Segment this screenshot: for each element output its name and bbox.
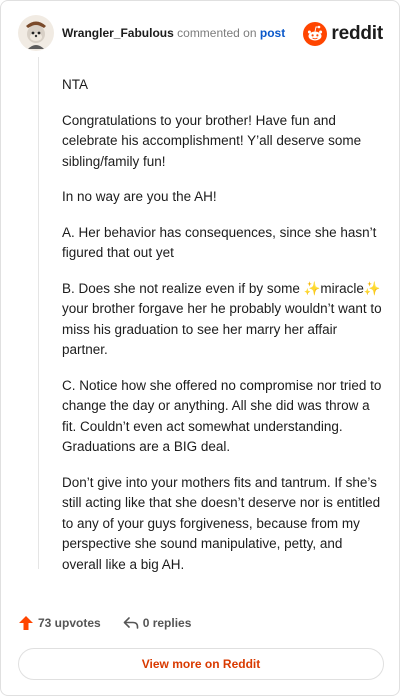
comment-paragraph: Don’t give into your mothers fits and ta… (62, 474, 381, 572)
comment-header: Wrangler_Fabulous commented on post redd… (18, 15, 383, 53)
reddit-snoo-icon (303, 22, 328, 46)
comment-paragraph: A. Her behavior has consequences, since … (62, 224, 377, 261)
user-avatar[interactable] (18, 15, 54, 51)
thread-line (38, 57, 39, 569)
upvote-arrow-icon (19, 616, 33, 630)
upvote-button[interactable]: 73 upvotes (18, 615, 101, 631)
reddit-wordmark: reddit (331, 23, 383, 44)
comment-body: NTA Congratulations to your brother! Hav… (62, 75, 382, 590)
comment-paragraph: In no way are you the AH! (62, 189, 217, 204)
comment-actions: 73 upvotes 0 replies (18, 613, 213, 633)
comment-paragraph: B. Does she not realize even if by some … (62, 280, 382, 358)
action-text: commented on (177, 26, 257, 40)
view-more-on-reddit-button[interactable]: View more on Reddit (18, 648, 384, 680)
comment-meta: Wrangler_Fabulous commented on post (62, 26, 285, 40)
post-link[interactable]: post (260, 26, 285, 40)
reply-arrow-icon (123, 617, 139, 629)
comment-paragraph: Congratulations to your brother! Have fu… (62, 112, 362, 169)
reddit-brand[interactable]: reddit (303, 21, 383, 47)
username[interactable]: Wrangler_Fabulous (62, 26, 174, 40)
embedded-comment-card: Wrangler_Fabulous commented on post redd… (0, 0, 400, 696)
comment-paragraph: NTA (62, 77, 88, 92)
comment-paragraph: C. Notice how she offered no compromise … (62, 377, 382, 455)
reply-count: 0 replies (142, 616, 192, 630)
upvote-count: 73 upvotes (38, 616, 101, 630)
reply-button[interactable]: 0 replies (123, 615, 192, 631)
